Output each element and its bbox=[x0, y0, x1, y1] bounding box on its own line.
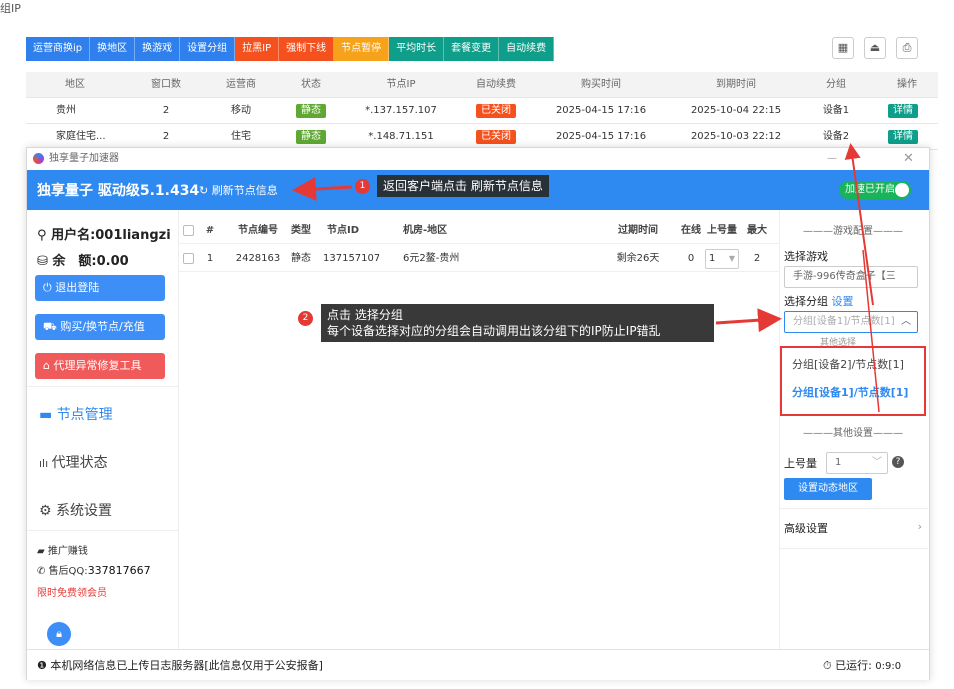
connector-line bbox=[862, 249, 880, 413]
annotation-arrows bbox=[292, 143, 880, 413]
arrow-2 bbox=[715, 308, 782, 333]
arrow-1 bbox=[292, 177, 353, 201]
arrow-3 bbox=[844, 143, 874, 306]
